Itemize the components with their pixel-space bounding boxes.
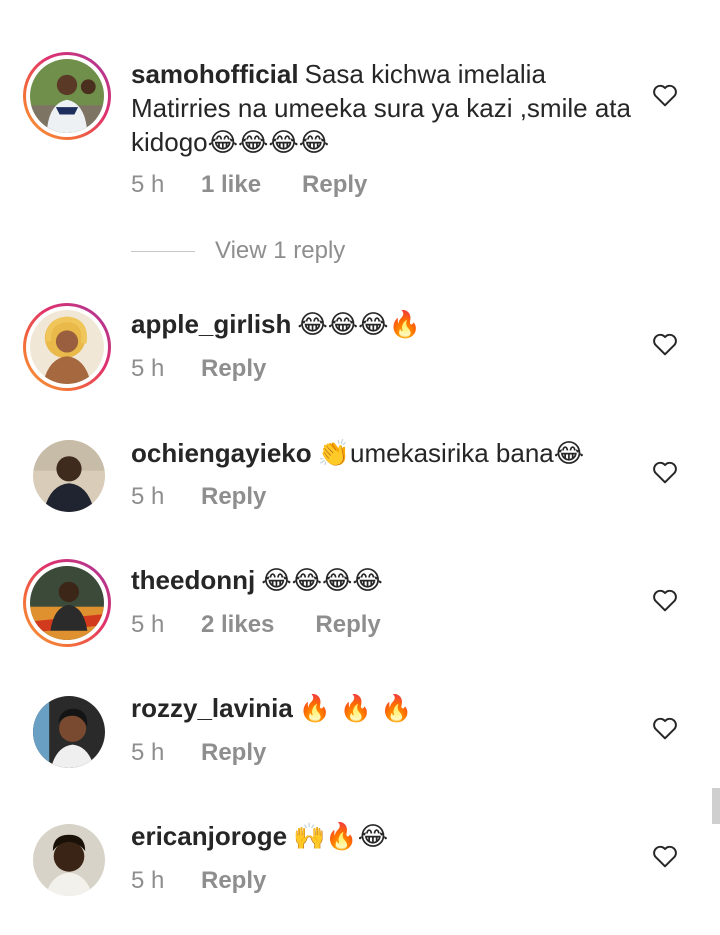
- avatar[interactable]: [23, 303, 111, 391]
- heart-icon[interactable]: [652, 460, 678, 484]
- comment-likes[interactable]: 2 likes: [201, 611, 274, 639]
- comment-text: 👏umekasirika bana😂: [317, 438, 585, 468]
- reply-button[interactable]: Reply: [315, 611, 380, 639]
- view-replies-label: View 1 reply: [215, 237, 346, 264]
- comment-text: 🙌🔥😂: [293, 822, 389, 852]
- avatar[interactable]: [33, 824, 105, 896]
- avatar[interactable]: [33, 440, 105, 512]
- view-replies-button[interactable]: View 1 reply: [131, 237, 345, 265]
- comment-time: 5 h: [131, 171, 165, 198]
- scrollbar[interactable]: [712, 788, 720, 824]
- comment-time: 5 h: [131, 867, 165, 894]
- heart-icon[interactable]: [652, 332, 678, 356]
- reply-button[interactable]: Reply: [201, 355, 266, 383]
- comment-text: 😂😂😂🔥: [297, 310, 421, 340]
- user-avatar-icon: [30, 59, 104, 133]
- comment-likes[interactable]: 1 like: [201, 171, 261, 199]
- user-avatar-icon: [33, 824, 105, 896]
- reply-button[interactable]: Reply: [201, 739, 266, 767]
- heart-icon[interactable]: [652, 844, 678, 868]
- avatar[interactable]: [23, 559, 111, 647]
- comment-username[interactable]: rozzy_lavinia: [131, 693, 293, 723]
- reply-button[interactable]: Reply: [201, 867, 266, 895]
- comment-text: 🔥 🔥 🔥: [298, 694, 413, 724]
- comment-time: 5 h: [131, 611, 165, 638]
- user-avatar-icon: [30, 566, 104, 640]
- user-avatar-icon: [33, 696, 105, 768]
- comment-time: 5 h: [131, 739, 165, 766]
- comment-username[interactable]: apple_girlish: [131, 309, 291, 339]
- comment-username[interactable]: theedonnj: [131, 565, 255, 595]
- comment-time: 5 h: [131, 355, 165, 382]
- reply-button[interactable]: Reply: [302, 171, 367, 199]
- heart-icon[interactable]: [652, 588, 678, 612]
- user-avatar-icon: [33, 440, 105, 512]
- heart-icon[interactable]: [652, 716, 678, 740]
- avatar[interactable]: [23, 52, 111, 140]
- avatar[interactable]: [33, 696, 105, 768]
- comment-username[interactable]: samohofficial: [131, 59, 299, 89]
- comments-list: samohofficial Sasa kichwa imelalia Matirr…: [0, 0, 720, 935]
- user-avatar-icon: [30, 310, 104, 384]
- comment-username[interactable]: ochiengayieko: [131, 438, 312, 468]
- divider: [131, 250, 195, 252]
- comment-text: 😂😂😂😂: [261, 566, 383, 596]
- reply-button[interactable]: Reply: [201, 483, 266, 511]
- comment-time: 5 h: [131, 483, 165, 510]
- comment-username[interactable]: ericanjoroge: [131, 821, 287, 851]
- heart-icon[interactable]: [652, 83, 678, 107]
